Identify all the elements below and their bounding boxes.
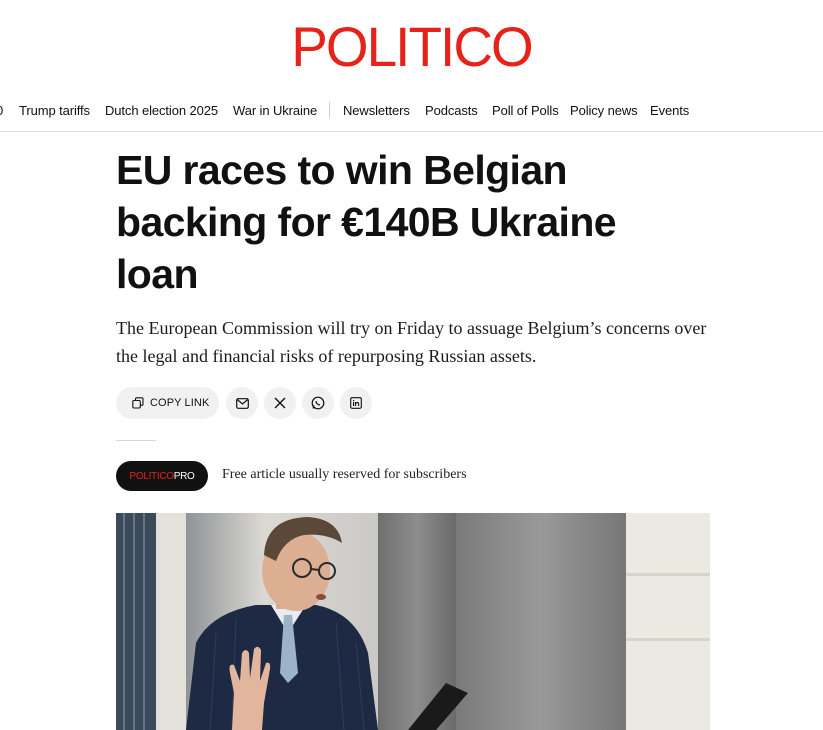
copy-icon xyxy=(132,397,144,409)
share-x-button[interactable] xyxy=(264,387,296,419)
pro-badge-pro: PRO xyxy=(173,470,195,482)
article-dek: The European Commission will try on Frid… xyxy=(116,318,707,366)
email-icon xyxy=(235,397,249,409)
copy-link-label: COPY LINK xyxy=(150,397,210,409)
politico-pro-badge[interactable]: POLITICO PRO xyxy=(116,461,208,491)
top-navigation: 0 Trump tariffs Dutch election 2025 War … xyxy=(0,88,823,132)
nav-item-events[interactable]: Events xyxy=(650,103,689,118)
share-linkedin-button[interactable] xyxy=(340,387,372,419)
whatsapp-icon xyxy=(311,396,325,410)
nav-item-war-in-ukraine[interactable]: War in Ukraine xyxy=(233,103,317,118)
hero-photo xyxy=(116,513,710,730)
nav-divider xyxy=(329,102,330,118)
article-headline: EU races to win Belgian backing for €140… xyxy=(116,147,617,297)
pro-badge-brand: POLITICO xyxy=(129,470,174,482)
nav-item-poll-of-polls[interactable]: Poll of Polls xyxy=(492,103,559,118)
nav-item-truncated[interactable]: 0 xyxy=(0,103,3,118)
subscriber-note: Free article usually reserved for subscr… xyxy=(222,467,467,482)
nav-item-newsletters[interactable]: Newsletters xyxy=(343,103,410,118)
x-icon xyxy=(274,397,286,409)
masthead: POLITICO xyxy=(0,0,823,88)
linkedin-icon xyxy=(350,397,362,409)
nav-item-dutch-election[interactable]: Dutch election 2025 xyxy=(105,103,218,118)
nav-item-trump-tariffs[interactable]: Trump tariffs xyxy=(19,103,90,118)
nav-item-policy-news[interactable]: Policy news xyxy=(570,103,638,118)
copy-link-button[interactable]: COPY LINK xyxy=(116,387,219,419)
share-email-button[interactable] xyxy=(226,387,258,419)
hero-image xyxy=(116,513,710,730)
nav-item-podcasts[interactable]: Podcasts xyxy=(425,103,478,118)
politico-logo[interactable]: POLITICO xyxy=(8,17,815,77)
share-whatsapp-button[interactable] xyxy=(302,387,334,419)
divider xyxy=(116,440,156,441)
